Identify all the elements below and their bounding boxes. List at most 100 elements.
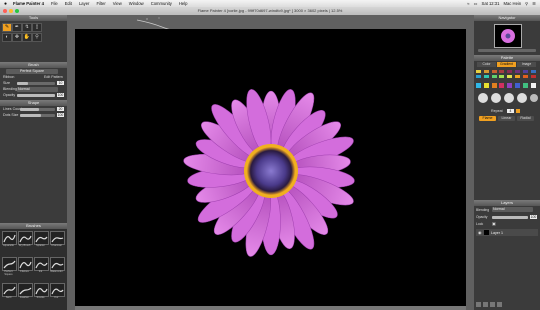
menu-edit[interactable]: Edit xyxy=(65,1,72,6)
blending-select[interactable]: Normal xyxy=(17,86,58,92)
mode-radial-button[interactable]: Radial xyxy=(517,116,534,121)
minimize-window-button[interactable] xyxy=(9,9,13,13)
menu-filter[interactable]: Filter xyxy=(96,1,105,6)
saturation-knob[interactable] xyxy=(491,93,501,103)
contrast-knob[interactable] xyxy=(517,93,527,103)
menu-app[interactable]: Flame Painter 4 xyxy=(13,1,44,6)
move-icon[interactable]: ✥ xyxy=(12,33,22,42)
brush-thumbnail[interactable] xyxy=(34,231,49,245)
color-swatch[interactable] xyxy=(491,70,497,73)
menu-help[interactable]: Help xyxy=(179,1,188,6)
search-icon[interactable]: ⚲ xyxy=(525,1,528,6)
opacity-value[interactable]: 100 xyxy=(57,93,64,97)
color-swatch[interactable] xyxy=(483,70,489,73)
brush-thumbnail[interactable] xyxy=(50,231,65,245)
color-swatch[interactable] xyxy=(499,70,505,73)
wifi-icon[interactable]: ≈ xyxy=(467,1,469,6)
dots-size-slider[interactable] xyxy=(20,114,55,117)
brush-thumbnail[interactable] xyxy=(34,283,49,297)
brightness-knob[interactable] xyxy=(504,93,514,103)
merge-layer-icon[interactable] xyxy=(490,302,495,307)
color-swatch[interactable] xyxy=(530,75,536,78)
dropper-icon[interactable]: ↯ xyxy=(22,23,32,32)
brush-thumbnail[interactable] xyxy=(18,283,33,297)
brush-thumbnail[interactable] xyxy=(2,231,17,245)
color-swatch[interactable] xyxy=(483,75,489,78)
hue-knob[interactable] xyxy=(478,93,488,103)
color-swatch[interactable] xyxy=(476,75,481,78)
brush-thumbnail[interactable] xyxy=(34,257,49,271)
clock-text[interactable]: Sat 12:31 xyxy=(482,1,500,6)
brush-thumbnail[interactable] xyxy=(2,257,17,271)
visibility-icon[interactable]: ◉ xyxy=(478,230,482,235)
gradient-stop[interactable] xyxy=(515,83,520,88)
ribbon-edit-link[interactable]: Edit Pattern xyxy=(44,75,63,79)
tab-color[interactable]: Color xyxy=(477,62,496,67)
layer-blending-select[interactable]: Normal xyxy=(492,207,533,212)
lines-count-value[interactable]: 20 xyxy=(57,107,64,111)
brush-thumbnail[interactable] xyxy=(18,231,33,245)
color-swatch[interactable] xyxy=(499,75,505,78)
color-swatch[interactable] xyxy=(515,70,520,73)
horizontal-scrollbar[interactable] xyxy=(75,306,466,310)
opacity-slider[interactable] xyxy=(17,94,55,97)
brush-thumbnail[interactable] xyxy=(50,257,65,271)
dots-size-value[interactable]: 100 xyxy=(57,113,64,117)
menu-window[interactable]: Window xyxy=(129,1,144,6)
zoom-icon[interactable]: ⚲ xyxy=(32,33,42,42)
tab-gradient[interactable]: Gradient xyxy=(497,62,516,67)
apple-icon[interactable]: ● xyxy=(4,1,7,7)
repeat-stepper[interactable] xyxy=(516,108,520,113)
brush-preset-select[interactable]: Perfect Square xyxy=(6,68,58,74)
gradient-icon[interactable]: ◐ xyxy=(2,33,12,42)
mode-linear-button[interactable]: Linear xyxy=(498,116,515,121)
color-swatch[interactable] xyxy=(522,70,528,73)
eraser-icon[interactable]: ▯ xyxy=(32,23,42,32)
hand-icon[interactable]: ✋ xyxy=(22,33,32,42)
battery-icon[interactable]: ▭ xyxy=(474,1,478,6)
layer-row[interactable]: ◉ Layer 1 xyxy=(476,229,538,236)
duplicate-layer-icon[interactable] xyxy=(483,302,488,307)
close-window-button[interactable] xyxy=(3,9,7,13)
tab-image[interactable]: Image xyxy=(517,62,536,67)
zoom-window-button[interactable] xyxy=(15,9,19,13)
pen-icon[interactable]: ✒ xyxy=(12,23,22,32)
lines-count-slider[interactable] xyxy=(20,108,55,111)
color-swatch[interactable] xyxy=(515,75,520,78)
color-swatch[interactable] xyxy=(522,75,528,78)
gradient-stop[interactable] xyxy=(483,83,489,88)
user-name[interactable]: Mac Hein xyxy=(503,1,521,6)
color-swatch[interactable] xyxy=(491,75,497,78)
size-value[interactable]: 10 xyxy=(57,81,64,85)
navigator-thumbnail[interactable] xyxy=(494,24,522,48)
delete-layer-icon[interactable] xyxy=(497,302,502,307)
mode-flame-button[interactable]: Flame xyxy=(479,116,496,121)
layer-opacity-slider[interactable] xyxy=(492,215,528,219)
gradient-stop[interactable] xyxy=(530,83,536,88)
add-layer-icon[interactable] xyxy=(476,302,481,307)
brush-thumbnail[interactable] xyxy=(18,257,33,271)
menu-layer[interactable]: Layer xyxy=(79,1,89,6)
menu-list-icon[interactable]: ☰ xyxy=(532,1,536,6)
color-swatch[interactable] xyxy=(507,70,513,73)
reset-knob[interactable] xyxy=(530,94,538,102)
brush-thumbnail[interactable] xyxy=(50,283,65,297)
color-swatch[interactable] xyxy=(476,70,481,73)
gradient-stop[interactable] xyxy=(522,83,528,88)
layer-opacity-value[interactable]: 100 xyxy=(530,214,537,219)
menu-community[interactable]: Community xyxy=(151,1,172,6)
menu-view[interactable]: View xyxy=(113,1,122,6)
brush-thumbnail[interactable] xyxy=(2,283,17,297)
image-canvas[interactable] xyxy=(75,29,466,309)
gradient-stop[interactable] xyxy=(491,83,497,88)
layer-name[interactable]: Layer 1 xyxy=(491,231,503,235)
lock-icon[interactable]: ▣ xyxy=(492,221,496,226)
color-swatch[interactable] xyxy=(507,75,513,78)
gradient-stop[interactable] xyxy=(476,83,481,88)
size-slider[interactable] xyxy=(17,82,55,85)
zoom-slider[interactable] xyxy=(478,49,536,52)
repeat-value[interactable]: 4 xyxy=(507,108,514,113)
gradient-stop[interactable] xyxy=(499,83,505,88)
gradient-stop[interactable] xyxy=(507,83,513,88)
color-swatch[interactable] xyxy=(530,70,536,73)
